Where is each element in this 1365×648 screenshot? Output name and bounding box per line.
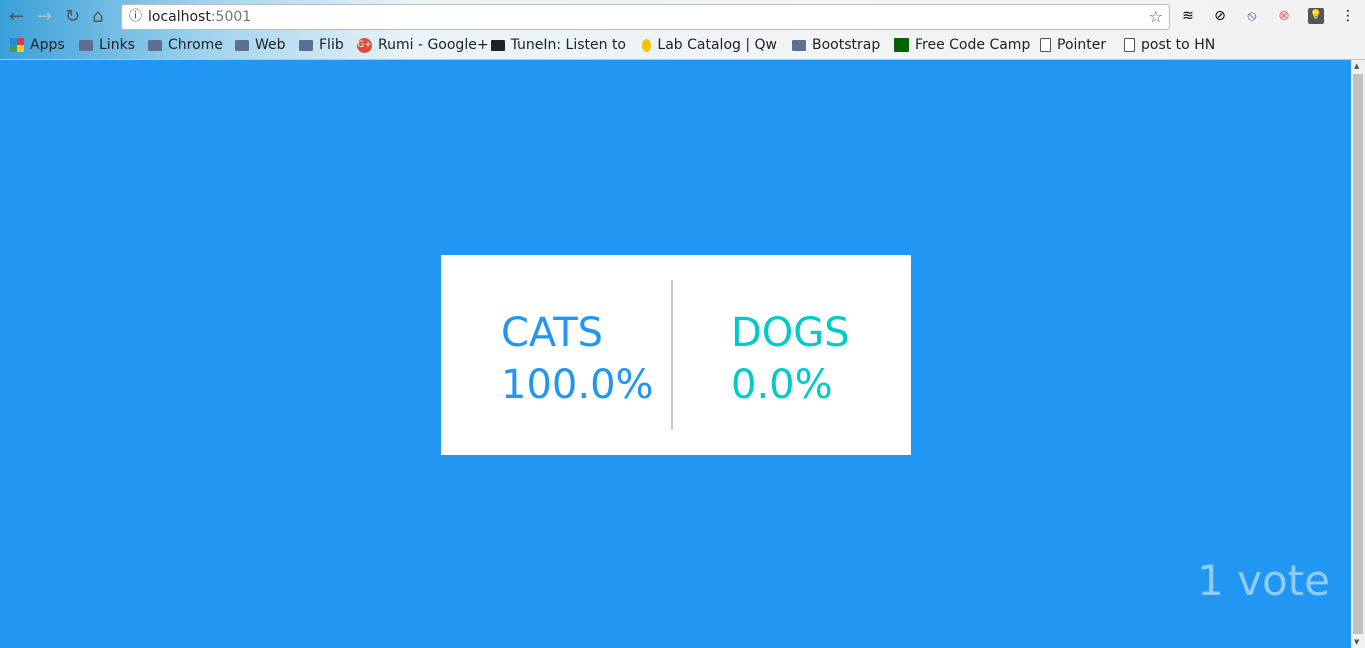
result-card: CATS 100.0% DOGS 0.0%: [441, 255, 911, 455]
reload-icon[interactable]: ↻: [65, 6, 80, 27]
folder-icon: [148, 39, 162, 51]
buffer-extension-icon[interactable]: ≋: [1180, 8, 1196, 24]
extension-block-icon[interactable]: ⦸: [1244, 8, 1260, 24]
bookmark-post-to-hn[interactable]: post to HN: [1124, 35, 1215, 55]
bookmark-label: Web: [255, 37, 286, 53]
scroll-down-icon[interactable]: ▼: [1354, 638, 1359, 646]
bookmark-label: Free Code Camp: [915, 37, 1031, 53]
url-port: :5001: [210, 9, 252, 25]
address-bar[interactable]: ⓘ localhost:5001 ☆: [121, 4, 1170, 30]
bookmark-chrome[interactable]: Chrome: [148, 35, 223, 55]
bookmark-web[interactable]: Web: [235, 35, 286, 55]
url-host: localhost: [148, 9, 211, 25]
option-dogs: DOGS 0.0%: [731, 307, 850, 411]
option-cats: CATS 100.0%: [501, 307, 654, 411]
qwiklabs-icon: [642, 38, 652, 52]
option-percent: 0.0%: [731, 362, 833, 408]
divider: [671, 280, 673, 430]
browser-chrome: ← → ↻ ⌂ ⓘ localhost:5001 ☆ ≋ ⊘ ⦸ ⊗ 💡 ⋮ A…: [0, 0, 1365, 60]
bookmark-pointer[interactable]: Pointer: [1040, 35, 1106, 55]
bookmark-label: Apps: [30, 37, 65, 53]
extension-red-icon[interactable]: ⊗: [1276, 8, 1292, 24]
google-plus-icon: G+: [357, 37, 372, 53]
folder-icon: [235, 39, 249, 51]
bookmark-bootstrap[interactable]: Bootstrap: [792, 35, 880, 55]
bookmark-label: Bootstrap: [812, 37, 881, 53]
page-icon: [1124, 38, 1135, 52]
bookmark-free-code-camp[interactable]: Free Code Camp: [894, 35, 1030, 55]
bookmark-label: TuneIn: Listen to: [510, 37, 626, 53]
bookmark-tunein[interactable]: TuneIn: Listen to: [491, 35, 626, 55]
vote-count: 1 vote: [1197, 556, 1330, 605]
bookmark-label: Rumi - Google+: [378, 37, 489, 53]
folder-icon: [79, 39, 93, 51]
info-icon[interactable]: ⓘ: [129, 5, 142, 29]
option-label: CATS: [501, 310, 604, 356]
home-icon[interactable]: ⌂: [92, 6, 103, 27]
bookmark-label: Chrome: [168, 37, 223, 53]
bookmark-star-icon[interactable]: ☆: [1149, 5, 1163, 29]
option-label: DOGS: [731, 310, 850, 356]
scrollbar-thumb[interactable]: [1353, 74, 1363, 634]
folder-icon: [299, 39, 313, 51]
scrollbar[interactable]: ▲ ▼: [1351, 60, 1365, 648]
page-icon: [1040, 38, 1051, 52]
bookmark-label: Flib: [319, 37, 344, 53]
bookmark-label: Pointer: [1057, 37, 1107, 53]
apps-grid-icon: [10, 38, 24, 52]
forward-icon[interactable]: →: [37, 6, 52, 27]
option-percent: 100.0%: [501, 362, 654, 408]
bookmark-apps[interactable]: Apps: [10, 35, 65, 55]
bookmark-label: Lab Catalog | Qw: [657, 37, 777, 53]
bookmark-lab-catalog[interactable]: Lab Catalog | Qw: [642, 35, 777, 55]
scroll-up-icon[interactable]: ▲: [1354, 62, 1359, 70]
extension-bulb-icon[interactable]: 💡: [1308, 8, 1324, 24]
back-icon[interactable]: ←: [9, 6, 24, 27]
bookmark-label: post to HN: [1141, 37, 1216, 53]
folder-icon: [792, 39, 806, 51]
bookmark-links[interactable]: Links: [79, 35, 135, 55]
tunein-icon: [491, 39, 505, 51]
menu-icon[interactable]: ⋮: [1340, 8, 1356, 24]
bookmark-rumi[interactable]: G+ Rumi - Google+: [357, 35, 489, 55]
bookmark-label: Links: [99, 37, 135, 53]
bookmark-flib[interactable]: Flib: [299, 35, 344, 55]
extension-compass-icon[interactable]: ⊘: [1212, 8, 1228, 24]
freecodecamp-icon: [894, 38, 909, 52]
